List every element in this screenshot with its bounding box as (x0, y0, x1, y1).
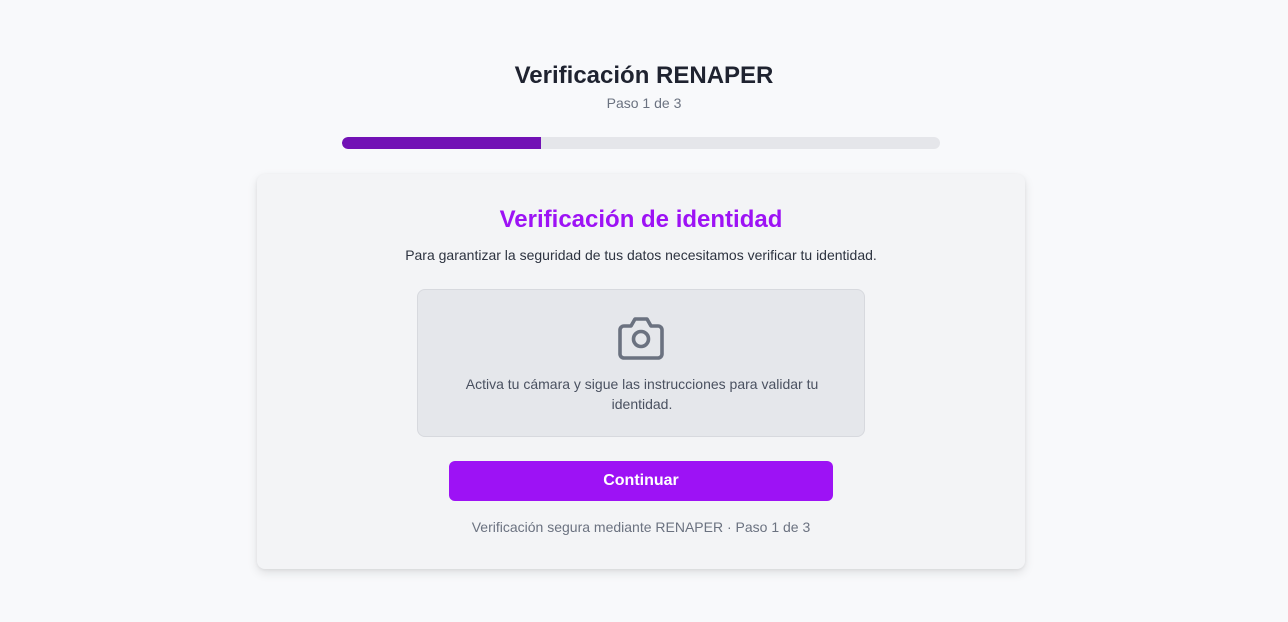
camera-icon (616, 316, 666, 360)
card-description: Para garantizar la seguridad de tus dato… (405, 247, 877, 263)
progress-bar (342, 137, 940, 149)
step-indicator: Paso 1 de 3 (606, 95, 682, 111)
camera-activation-area[interactable]: Activa tu cámara y sigue las instruccion… (417, 289, 865, 437)
camera-instructions: Activa tu cámara y sigue las instruccion… (465, 376, 819, 412)
card-title: Verificación de identidad (499, 206, 783, 233)
continue-button[interactable]: Continuar (449, 461, 833, 501)
identity-verification-card: Verificación de identidad Para garantiza… (257, 174, 1025, 569)
security-footer-note: Verificación segura mediante RENAPER · P… (471, 519, 811, 535)
page-title: Verificación RENAPER (514, 62, 774, 89)
verification-page: Verificación RENAPER Paso 1 de 3 Verific… (0, 0, 1288, 622)
progress-bar-fill (342, 137, 542, 149)
